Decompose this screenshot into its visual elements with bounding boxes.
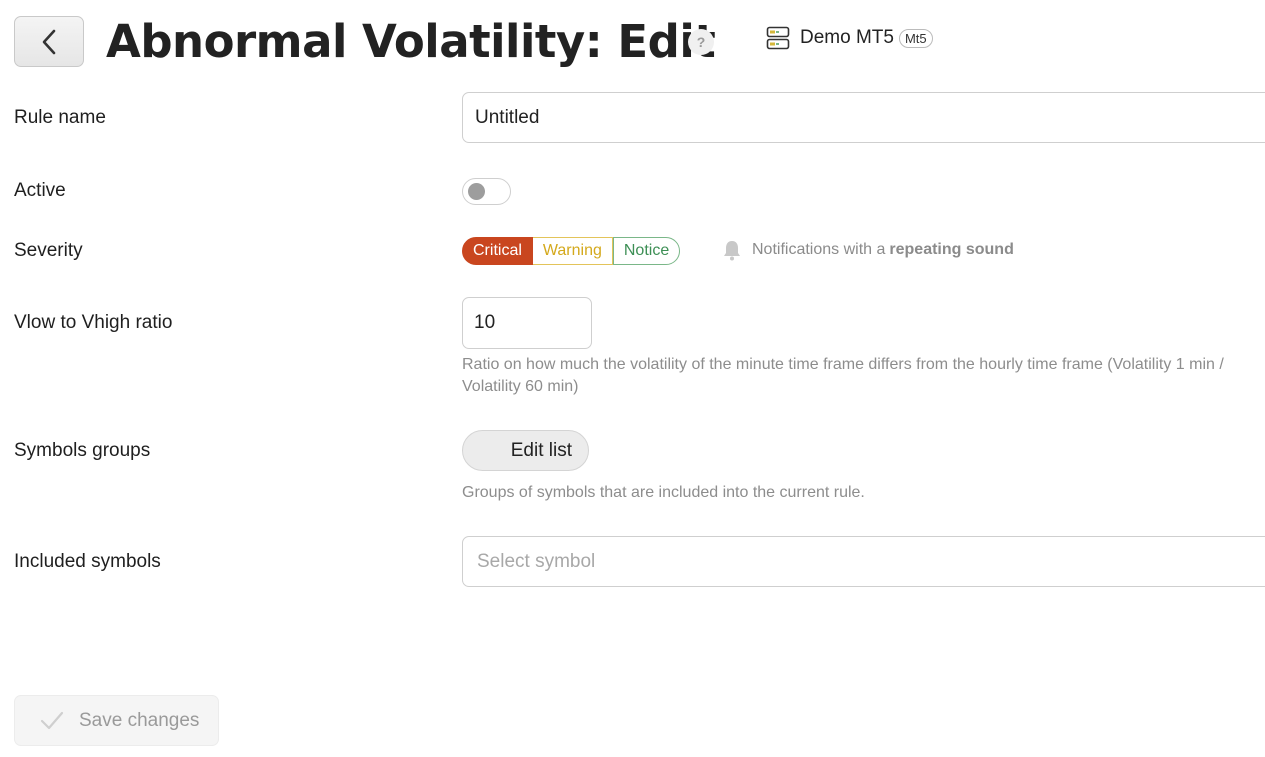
active-label: Active — [14, 180, 66, 201]
check-icon — [40, 711, 64, 729]
bell-icon — [724, 241, 740, 261]
severity-selector: Critical Warning Notice — [462, 237, 681, 265]
included-symbols-label: Included symbols — [14, 551, 161, 572]
active-toggle[interactable] — [462, 178, 511, 205]
server-type-badge: Mt5 — [898, 28, 933, 48]
edit-list-button[interactable]: Edit list — [462, 430, 589, 471]
question-icon[interactable]: ? — [688, 29, 714, 55]
rule-name-label: Rule name — [14, 107, 106, 128]
toggle-knob — [468, 183, 485, 200]
server-icon — [766, 26, 790, 50]
severity-warning-button[interactable]: Warning — [532, 237, 613, 265]
symbols-groups-label: Symbols groups — [14, 440, 151, 461]
save-changes-label: Save changes — [79, 709, 200, 731]
symbol-select-input[interactable] — [462, 536, 1265, 587]
page-title: Abnormal Volatility: Edit — [106, 15, 716, 68]
severity-notice-button[interactable]: Notice — [612, 237, 681, 265]
server-selector[interactable]: Demo MT5 Mt5 — [766, 26, 933, 50]
severity-critical-button[interactable]: Critical — [462, 237, 533, 265]
ratio-input[interactable] — [462, 297, 592, 349]
chevron-left-icon — [42, 29, 56, 54]
server-name: Demo MT5 — [800, 27, 894, 48]
symbols-groups-help-text: Groups of symbols that are included into… — [462, 484, 865, 501]
sound-notification-note: Notifications with a repeating sound — [722, 239, 1014, 261]
back-button[interactable] — [14, 16, 84, 67]
ratio-help-text: Ratio on how much the volatility of the … — [462, 356, 1224, 395]
sound-note-bold: repeating sound — [889, 241, 1014, 258]
sound-note-text: Notifications with a — [752, 241, 886, 258]
ratio-label: Vlow to Vhigh ratio — [14, 312, 173, 333]
save-changes-button[interactable]: Save changes — [14, 695, 219, 746]
severity-label: Severity — [14, 240, 83, 261]
rule-name-input[interactable] — [462, 92, 1265, 143]
